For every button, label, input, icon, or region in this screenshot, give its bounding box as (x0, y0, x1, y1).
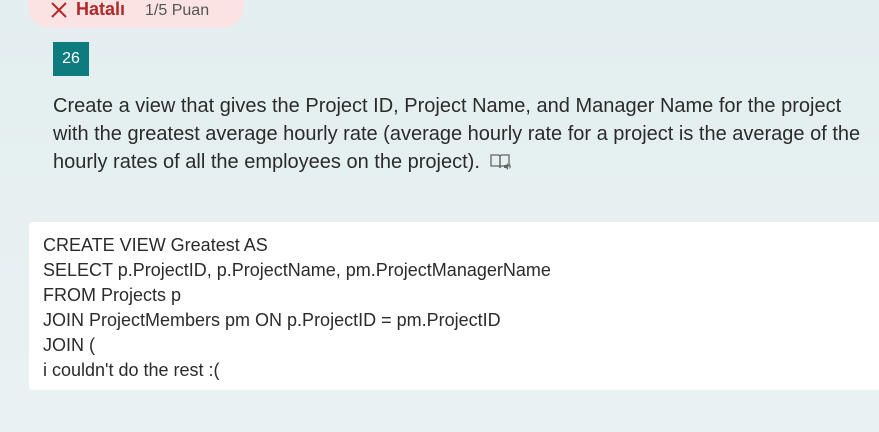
answer-line: JOIN ( (43, 335, 95, 355)
score-label: 1/5 Puan (145, 2, 210, 19)
question-text-content: Create a view that gives the Project ID,… (53, 95, 861, 173)
answer-line: CREATE VIEW Greatest AS (43, 235, 268, 255)
answer-line: FROM Projects p (43, 285, 182, 305)
answer-line: i couldn't do the rest :( (43, 360, 220, 380)
question-number: 26 (53, 42, 89, 76)
close-icon (51, 2, 67, 18)
answer-line: SELECT p.ProjectID, p.ProjectName, pm.Pr… (43, 260, 551, 280)
answer-box: CREATE VIEW Greatest AS SELECT p.Project… (29, 222, 879, 390)
status-label: Hatalı (76, 0, 126, 19)
question-text: Create a view that gives the Project ID,… (53, 92, 863, 176)
answer-line: JOIN ProjectMembers pm ON p.ProjectID = … (43, 310, 501, 330)
immersive-reader-icon[interactable] (490, 153, 512, 171)
status-badge: Hatalı 1/5 Puan (28, 0, 244, 28)
